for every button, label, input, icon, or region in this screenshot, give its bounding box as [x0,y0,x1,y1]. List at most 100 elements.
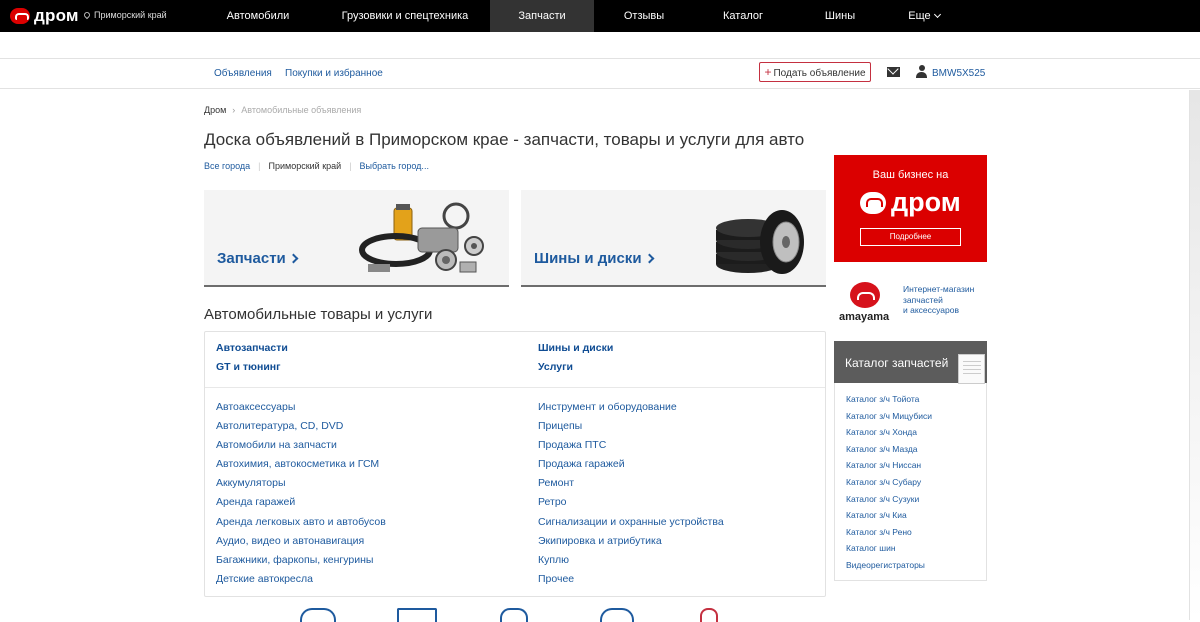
nav-parts[interactable]: Запчасти [490,0,594,32]
logo-text: дром [34,6,79,25]
nav-reviews[interactable]: Отзывы [594,0,694,32]
category-link[interactable]: Сигнализации и охранные устройства [538,516,724,528]
username-link[interactable]: BMW5X525 [932,68,985,79]
category-link[interactable]: Продажа гаражей [538,458,625,470]
drom-logo-icon [10,8,30,24]
parts-banner-label: Запчасти [217,250,299,267]
breadcrumb-current: Автомобильные объявления [241,105,362,115]
parts-banner[interactable]: Запчасти [204,190,509,287]
region-selector[interactable]: Приморский край [82,10,167,20]
category-link[interactable]: Аудио, видео и автонавигация [216,535,364,547]
parts-banner-text: Запчасти [217,250,286,267]
mail-icon[interactable] [887,67,900,77]
separator: | [258,161,261,171]
post-ad-label: Подать объявление [773,68,866,79]
city-filter: Все города | Приморский край | Выбрать г… [204,161,437,171]
tires-image [716,210,804,274]
category-link[interactable]: Продажа ПТС [538,439,606,451]
user-icon-body [916,72,927,78]
drom-logo[interactable]: дром [10,6,79,26]
choose-city-link[interactable]: Выбрать город... [360,161,429,171]
category-link[interactable]: Автолитература, CD, DVD [216,420,343,432]
ad-headline: Ваш бизнес на [872,169,949,181]
region-label: Приморский край [94,10,167,20]
drom-business-ad[interactable]: Ваш бизнес на дром Подробнее [834,155,987,262]
parts-catalog-header[interactable]: Каталог запчастей [834,341,987,384]
catalog-link[interactable]: Каталог з/ч Рено [846,527,932,544]
catalog-list: Каталог з/ч Тойота Каталог з/ч Мицубиси … [846,394,932,577]
category-link[interactable]: Аренда легковых авто и автобусов [216,516,386,528]
all-cities-link[interactable]: Все города [204,161,250,171]
amayama-description: Интернет-магазин запчастей и аксессуаров [903,284,974,316]
parts-catalog-box: Каталог запчастей Каталог з/ч Тойота Кат… [834,341,987,581]
catalog-link[interactable]: Каталог шин [846,543,932,560]
category-link-featured[interactable]: Услуги [538,361,573,373]
category-link[interactable]: Багажники, фаркопы, кенгурины [216,554,373,566]
user-icon-head [919,65,925,71]
category-link-featured[interactable]: Автозапчасти [216,342,288,354]
category-link[interactable]: Детские автокресла [216,573,313,585]
category-link[interactable]: Куплю [538,554,569,566]
page-title: Доска объявлений в Приморском крае - зап… [204,130,805,149]
ad-brand-text: дром [891,187,961,217]
category-link[interactable]: Аккумуляторы [216,477,286,489]
amayama-desc-line: и аксессуаров [903,305,959,315]
nav-trucks[interactable]: Грузовики и спецтехника [320,0,490,32]
catalog-link[interactable]: Каталог з/ч Субару [846,477,932,494]
subnav-purchases[interactable]: Покупки и избранное [285,68,383,79]
nav-more-label: Еще [908,10,931,22]
category-link[interactable]: Автомобили на запчасти [216,439,337,451]
catalog-link[interactable]: Каталог з/ч Ниссан [846,460,932,477]
post-ad-button[interactable]: + Подать объявление [759,62,871,82]
category-link[interactable]: Автохимия, автокосметика и ГСМ [216,458,379,470]
location-pin-icon [82,10,92,20]
category-link-featured[interactable]: GT и тюнинг [216,361,281,373]
nav-tires[interactable]: Шины [792,0,888,32]
nav-catalog[interactable]: Каталог [694,0,792,32]
subnav-ads[interactable]: Объявления [214,68,272,79]
plus-icon: + [764,65,772,79]
tires-banner[interactable]: Шины и диски [521,190,826,287]
category-link[interactable]: Ремонт [538,477,574,489]
catalog-book-icon [958,354,985,384]
catalog-link[interactable]: Каталог з/ч Мицубиси [846,411,932,428]
catalog-link[interactable]: Каталог з/ч Мазда [846,444,932,461]
amayama-logo-icon [850,282,880,308]
category-link-featured[interactable]: Шины и диски [538,342,613,354]
breadcrumb-separator: › [232,105,236,115]
catalog-link[interactable]: Каталог з/ч Тойота [846,394,932,411]
catalog-link[interactable]: Каталог з/ч Сузуки [846,494,932,511]
catalog-link[interactable]: Видеорегистраторы [846,560,932,577]
nav-cars[interactable]: Автомобили [196,0,320,32]
section-title: Автомобильные товары и услуги [204,306,433,323]
category-link[interactable]: Инструмент и оборудование [538,401,677,413]
amayama-desc-line: Интернет-магазин [903,284,975,294]
breadcrumb: Дром › Автомобильные объявления [204,105,361,115]
category-link[interactable]: Прочее [538,573,574,585]
user-icon[interactable] [916,65,927,78]
category-link[interactable]: Автоаксессуары [216,401,295,413]
top-bar: дром Приморский край Автомобили Грузовик… [0,0,1200,32]
ad-more-button[interactable]: Подробнее [860,228,961,246]
category-link[interactable]: Аренда гаражей [216,496,295,508]
chevron-right-icon [288,253,299,264]
category-link[interactable]: Прицепы [538,420,582,432]
category-link[interactable]: Экипировка и атрибутика [538,535,662,547]
catalog-link[interactable]: Каталог з/ч Хонда [846,427,932,444]
nav-more[interactable]: Еще [888,0,960,32]
categories-box: Автозапчасти GT и тюнинг Шины и диски Ус… [204,331,826,597]
breadcrumb-home[interactable]: Дром [204,105,226,115]
divider [205,387,825,388]
separator: | [349,161,352,171]
current-region: Приморский край [268,161,342,171]
amayama-ad[interactable]: amayama Интернет-магазин запчастей и акс… [834,280,987,326]
main-nav: Автомобили Грузовики и спецтехника Запча… [196,0,960,32]
sub-nav: Объявления Покупки и избранное + Подать о… [0,59,1200,89]
catalog-link[interactable]: Каталог з/ч Киа [846,510,932,527]
amayama-desc-line: запчастей [903,294,943,305]
page-scrollbar[interactable] [1189,90,1200,620]
auto-parts-image [359,202,484,273]
chevron-down-icon [933,10,941,19]
category-link[interactable]: Ретро [538,496,567,508]
tires-banner-label: Шины и диски [534,250,654,267]
